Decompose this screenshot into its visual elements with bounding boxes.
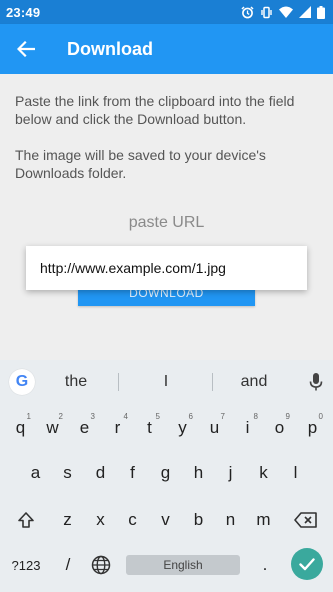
- key-s[interactable]: s: [51, 455, 84, 491]
- key-hint: 1: [26, 412, 31, 421]
- page-title: Download: [67, 38, 153, 59]
- key-a[interactable]: a: [19, 455, 52, 491]
- shift-key[interactable]: [8, 502, 44, 538]
- key-label: r: [114, 418, 121, 437]
- key-x[interactable]: x: [84, 502, 117, 538]
- key-label: w: [46, 418, 59, 437]
- key-label: y: [178, 418, 187, 437]
- microphone-icon[interactable]: [309, 373, 323, 391]
- suggestion-2[interactable]: I: [120, 360, 212, 404]
- wifi-icon: [279, 6, 293, 18]
- period-key[interactable]: .: [250, 548, 280, 582]
- key-v[interactable]: v: [149, 502, 182, 538]
- suggestion-divider: [118, 373, 119, 391]
- key-e[interactable]: e3: [68, 410, 101, 446]
- alarm-icon: [241, 5, 254, 19]
- suggestion-3[interactable]: and: [214, 360, 294, 404]
- key-hint: 9: [285, 412, 290, 421]
- key-r[interactable]: r4: [101, 410, 134, 446]
- key-n[interactable]: n: [214, 502, 247, 538]
- key-hint: 0: [318, 412, 323, 421]
- slash-key[interactable]: /: [54, 548, 82, 582]
- key-d[interactable]: d: [84, 455, 117, 491]
- status-bar: 23:49: [0, 0, 333, 24]
- url-input[interactable]: paste URL: [0, 214, 333, 232]
- key-k[interactable]: k: [247, 455, 280, 491]
- key-b[interactable]: b: [182, 502, 215, 538]
- enter-key[interactable]: [291, 548, 323, 580]
- instruction-text-1: Paste the link from the clipboard into t…: [15, 93, 295, 127]
- key-t[interactable]: t5: [133, 410, 166, 446]
- key-h[interactable]: h: [182, 455, 215, 491]
- key-hint: 5: [155, 412, 160, 421]
- status-icons: [241, 5, 325, 19]
- backspace-icon: [294, 512, 317, 528]
- keyboard: G the I and q1 w2 e3 r4 t5 y6 u7 i8 o9 p…: [0, 360, 333, 592]
- key-o[interactable]: o9: [263, 410, 296, 446]
- vibrate-icon: [260, 6, 273, 19]
- space-key[interactable]: English: [126, 555, 240, 575]
- clipboard-suggestion[interactable]: http://www.example.com/1.jpg: [26, 246, 307, 290]
- status-time: 23:49: [6, 4, 41, 20]
- arrow-left-icon: [17, 41, 35, 57]
- key-label: e: [79, 418, 90, 437]
- key-hint: 8: [253, 412, 258, 421]
- key-f[interactable]: f: [116, 455, 149, 491]
- key-u[interactable]: u7: [198, 410, 231, 446]
- battery-icon: [317, 5, 325, 19]
- key-y[interactable]: y6: [166, 410, 199, 446]
- instructions: Paste the link from the clipboard into t…: [15, 92, 320, 182]
- key-hint: 4: [123, 412, 128, 421]
- key-hint: 2: [58, 412, 63, 421]
- key-hint: 3: [90, 412, 95, 421]
- key-label: q: [15, 418, 26, 437]
- main-content: Paste the link from the clipboard into t…: [0, 74, 333, 360]
- signal-icon: [299, 6, 311, 18]
- key-c[interactable]: c: [116, 502, 149, 538]
- key-label: p: [307, 418, 318, 437]
- key-g[interactable]: g: [149, 455, 182, 491]
- suggestion-strip: G the I and: [0, 360, 333, 404]
- key-l[interactable]: l: [279, 455, 312, 491]
- back-button[interactable]: [1, 24, 51, 74]
- key-m[interactable]: m: [247, 502, 280, 538]
- shift-icon: [18, 512, 34, 528]
- key-z[interactable]: z: [51, 502, 84, 538]
- globe-icon: [91, 555, 111, 575]
- checkmark-icon: [299, 557, 315, 570]
- key-hint: 6: [188, 412, 193, 421]
- google-icon[interactable]: G: [9, 369, 35, 395]
- key-w[interactable]: w2: [36, 410, 69, 446]
- symbols-key[interactable]: ?123: [4, 548, 48, 582]
- key-i[interactable]: i8: [231, 410, 264, 446]
- key-p[interactable]: p0: [296, 410, 329, 446]
- suggestion-divider: [212, 373, 213, 391]
- instruction-text-2: The image will be saved to your device's…: [15, 147, 266, 181]
- key-label: t: [147, 418, 152, 437]
- key-label: i: [245, 418, 250, 437]
- key-j[interactable]: j: [214, 455, 247, 491]
- language-key[interactable]: [86, 548, 116, 582]
- app-bar: Download: [0, 24, 333, 74]
- clipboard-suggestion-text: http://www.example.com/1.jpg: [40, 260, 226, 276]
- suggestion-1[interactable]: the: [36, 360, 116, 404]
- key-hint: 7: [220, 412, 225, 421]
- key-q[interactable]: q1: [4, 410, 37, 446]
- backspace-key[interactable]: [288, 502, 324, 538]
- key-label: u: [209, 418, 220, 437]
- key-label: o: [274, 418, 285, 437]
